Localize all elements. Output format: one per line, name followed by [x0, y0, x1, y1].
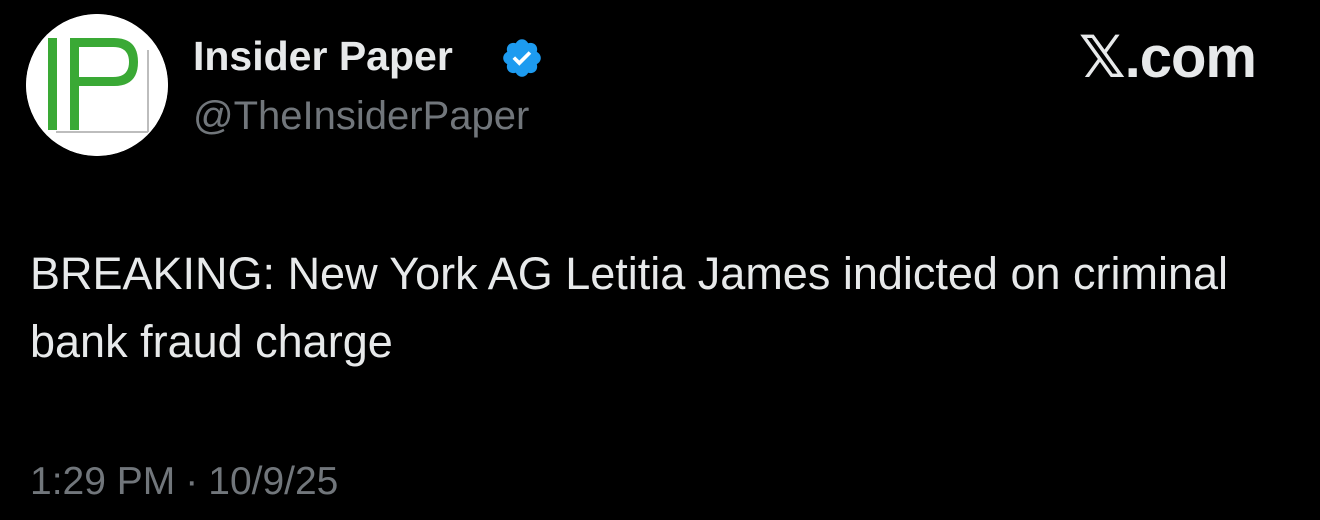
tweet-date: 10/9/25: [208, 460, 339, 503]
author-handle[interactable]: @TheInsiderPaper: [193, 90, 529, 142]
tweet-time: 1:29 PM: [30, 460, 176, 503]
insider-paper-logo-icon: [26, 14, 168, 156]
author-display-name[interactable]: Insider Paper: [193, 30, 453, 82]
verified-badge-icon: [503, 39, 541, 77]
x-com-brand: 𝕏.com: [1078, 25, 1257, 90]
tweet-text: BREAKING: New York AG Letitia James indi…: [30, 248, 1229, 367]
meta-separator: ·: [185, 460, 199, 503]
tweet-timestamp[interactable]: 1:29 PM · 10/9/25: [30, 456, 338, 508]
tweet-card: Insider Paper @TheInsiderPaper 𝕏.com BRE…: [0, 0, 1320, 520]
author-avatar[interactable]: [26, 14, 168, 156]
